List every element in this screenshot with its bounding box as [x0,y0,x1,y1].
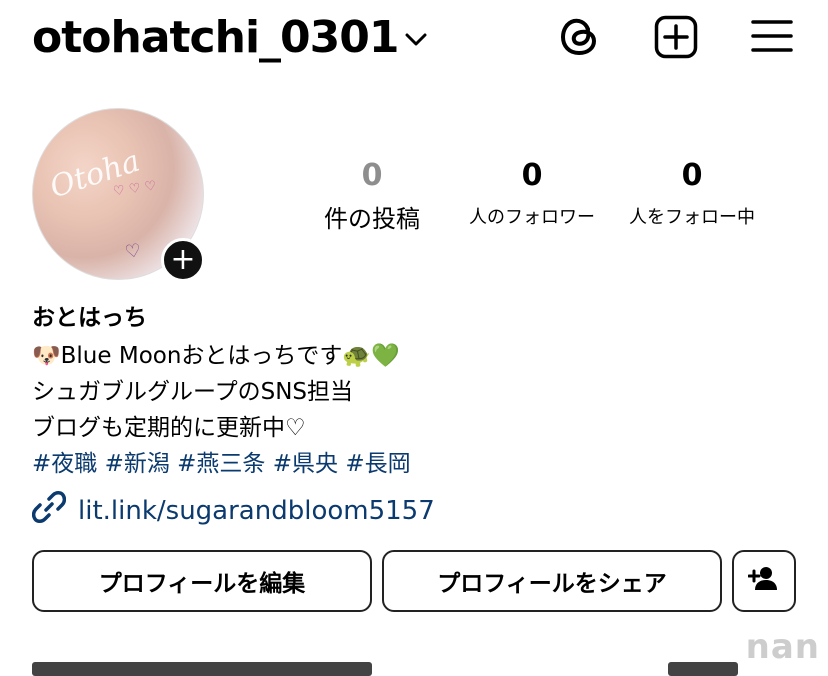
profile-avatar[interactable]: Otoha ♡ ♡ ♡ ♡ + [32,108,205,282]
create-post-icon[interactable] [653,14,699,60]
link-url: lit.link/sugarandbloom5157 [78,495,435,526]
bio: 🐶Blue Moonおとはっちです🐢💚 シュガブルグループのSNS担当 ブログも… [32,338,411,482]
avatar-scribble: ♡ [123,239,143,264]
bio-line-2: シュガブルグループのSNS担当 [32,379,354,405]
bio-line-1-text: Blue Moonおとはっちです [60,343,343,369]
posts-label: 件の投稿 [324,205,420,233]
following-stat[interactable]: 0 人をフォロー中 [612,158,772,229]
next-section-action-cutoff [668,662,738,676]
link-icon [31,490,67,531]
discover-people-button[interactable] [732,550,796,612]
followers-count: 0 [521,158,543,193]
add-story-icon[interactable]: + [161,238,205,282]
next-section-cutoff [32,662,372,676]
bio-line-3: ブログも定期的に更新中♡ [32,415,306,441]
username-switcher[interactable]: otohatchi_0301 [32,12,427,63]
following-count: 0 [681,158,703,193]
hamburger-menu-icon[interactable] [750,16,794,56]
turtle-heart-emoji: 🐢💚 [342,343,400,369]
bio-hashtags[interactable]: #夜職 #新潟 #燕三条 #県央 #長岡 [32,446,411,482]
bio-line-1: 🐶Blue Moonおとはっちです🐢💚 [32,338,411,374]
share-profile-button[interactable]: プロフィールをシェア [382,550,722,612]
following-label: 人をフォロー中 [629,207,755,228]
add-person-icon [747,565,780,597]
chevron-down-icon [405,28,427,53]
posts-stat[interactable]: 0 件の投稿 [312,158,432,234]
edit-profile-button[interactable]: プロフィールを編集 [32,550,372,612]
threads-icon[interactable] [556,14,602,60]
followers-stat[interactable]: 0 人のフォロワー [452,158,612,229]
username: otohatchi_0301 [32,12,399,63]
followers-label: 人のフォロワー [469,207,595,228]
dog-emoji: 🐶 [32,343,61,369]
corner-watermark: nan [745,627,820,667]
profile-link[interactable]: lit.link/sugarandbloom5157 [31,490,435,531]
posts-count: 0 [361,158,383,193]
display-name: おとはっち [32,305,147,331]
